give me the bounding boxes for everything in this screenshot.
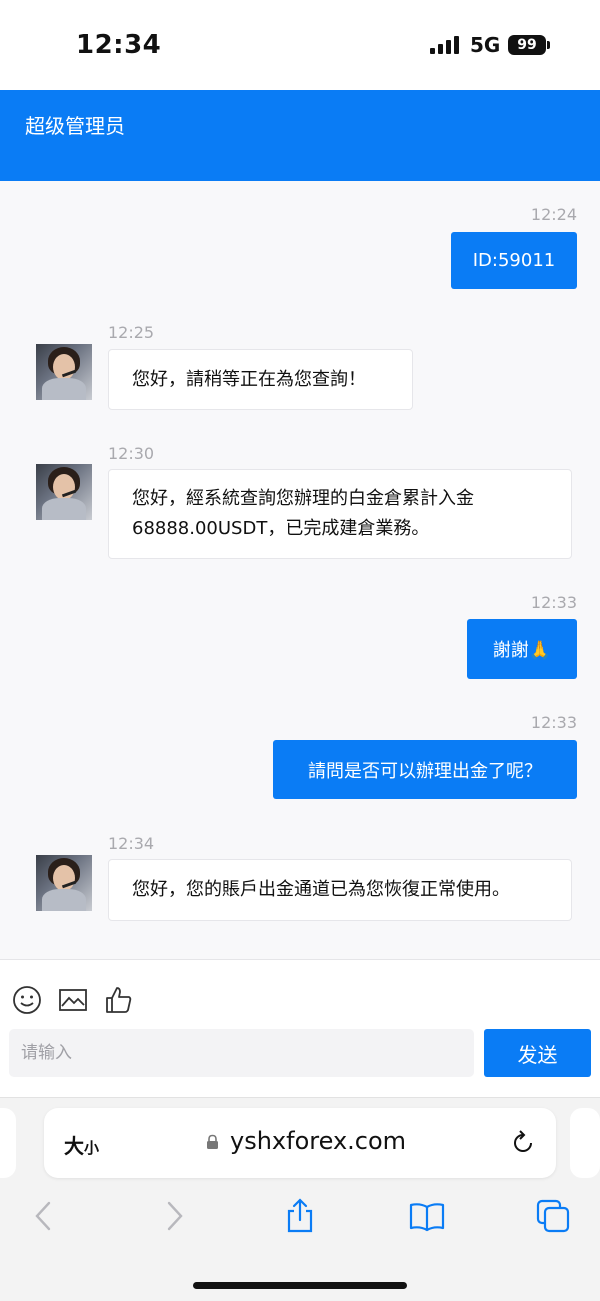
message-bubble-outgoing: 請問是否可以辦理出金了呢？ bbox=[273, 740, 577, 799]
message-time: 12:25 bbox=[108, 323, 155, 342]
text-size-small: 小 bbox=[84, 1139, 100, 1157]
text-size-button[interactable]: 大小 bbox=[64, 1130, 99, 1159]
message-time: 12:30 bbox=[108, 444, 155, 463]
message-bubble-incoming: 您好，您的賬戶出金通道已為您恢復正常使用。 bbox=[108, 859, 572, 921]
next-tab[interactable] bbox=[570, 1108, 600, 1178]
agent-avatar[interactable] bbox=[36, 464, 92, 520]
text-size-big: 大 bbox=[64, 1134, 84, 1158]
battery-nub bbox=[547, 41, 550, 49]
image-icon[interactable] bbox=[57, 984, 89, 1016]
book-icon[interactable] bbox=[409, 1198, 445, 1234]
message-line: 您好，經系統查詢您辦理的白金倉累計入金 bbox=[132, 488, 474, 509]
send-button[interactable]: 发送 bbox=[484, 1029, 591, 1077]
url-text: yshxforex.com bbox=[230, 1127, 407, 1155]
chat-header: 超级管理员 bbox=[0, 90, 600, 181]
agent-avatar[interactable] bbox=[36, 855, 92, 911]
message-input[interactable] bbox=[9, 1029, 474, 1077]
chat-title: 超级管理员 bbox=[25, 114, 125, 138]
chevron-left-icon[interactable] bbox=[26, 1198, 62, 1234]
message-list[interactable]: 12:24 ID:59011 12:25 您好，請稍等正在為您查詢！ 12:30… bbox=[0, 181, 600, 959]
thumbs-up-icon[interactable] bbox=[103, 984, 135, 1016]
message-time: 12:33 bbox=[530, 713, 577, 732]
status-time: 12:34 bbox=[76, 30, 162, 60]
message-time: 12:33 bbox=[530, 593, 577, 612]
message-time: 12:24 bbox=[530, 205, 577, 224]
status-bar: 12:34 5G 99 bbox=[0, 0, 600, 90]
signal-icon bbox=[430, 36, 462, 54]
message-bubble-incoming: 您好，經系統查詢您辦理的白金倉累計入金 68888.00USDT，已完成建倉業務… bbox=[108, 469, 572, 559]
share-icon[interactable] bbox=[282, 1198, 318, 1234]
reload-icon[interactable] bbox=[510, 1130, 536, 1156]
chevron-right-icon[interactable] bbox=[156, 1198, 192, 1234]
message-line: 68888.00USDT，已完成建倉業務。 bbox=[132, 518, 430, 539]
input-area: 发送 bbox=[0, 959, 600, 1097]
home-indicator[interactable] bbox=[193, 1282, 407, 1289]
agent-avatar[interactable] bbox=[36, 344, 92, 400]
message-bubble-outgoing: ID:59011 bbox=[451, 232, 577, 289]
message-bubble-incoming: 您好，請稍等正在為您查詢！ bbox=[108, 349, 413, 410]
message-time: 12:34 bbox=[108, 834, 155, 853]
emoji-icon[interactable] bbox=[11, 984, 43, 1016]
battery-icon: 99 bbox=[508, 35, 546, 55]
address-bar[interactable]: 大小 yshxforex.com bbox=[44, 1108, 556, 1178]
lock-icon bbox=[207, 1134, 218, 1149]
network-type: 5G bbox=[470, 33, 501, 57]
message-bubble-outgoing: 謝謝🙏 bbox=[467, 619, 577, 679]
browser-toolbar: 大小 yshxforex.com bbox=[0, 1097, 600, 1301]
tabs-icon[interactable] bbox=[535, 1198, 571, 1234]
previous-tab[interactable] bbox=[0, 1108, 16, 1178]
